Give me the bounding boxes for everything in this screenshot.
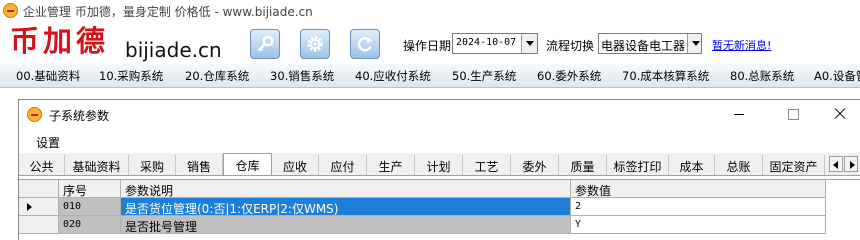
tab-process[interactable]: 工艺	[463, 155, 511, 175]
brand-domain: bijiade.cn	[125, 38, 222, 62]
tab-cost[interactable]: 成本	[669, 155, 715, 175]
tab-purchase[interactable]: 采购	[129, 155, 176, 175]
table-cell-seq[interactable]: 010	[59, 198, 121, 216]
maximize-button[interactable]	[773, 104, 813, 124]
flow-switch-select[interactable]: 电器设备电工器	[598, 33, 702, 54]
tab-scroll-right-icon[interactable]	[844, 156, 858, 172]
child-menu-bar: 设置	[19, 129, 860, 153]
table-cell-value[interactable]: Y	[571, 216, 826, 234]
module-menu-item-production[interactable]: 50.生产系统	[452, 68, 516, 84]
app-logo-icon	[27, 107, 42, 122]
column-header-seq[interactable]: 序号	[59, 180, 121, 198]
table-cell-desc[interactable]: 是否货位管理(0:否|1:仅ERP|2:仅WMS)	[121, 198, 571, 216]
refresh-button[interactable]	[350, 29, 380, 59]
tab-receivable[interactable]: 应收	[272, 155, 319, 175]
tab-basic-data[interactable]: 基础资料	[65, 155, 129, 175]
app-logo-icon	[3, 3, 18, 18]
app-root: 企业管理 币加德，量身定制 价格低 - www.bijiade.cn 币加德 b…	[0, 0, 860, 240]
subsystem-params-window: 子系统参数 设置 公共 基础资料 采购 销售 仓库 应收 应付 生产 计划 工艺…	[18, 99, 860, 240]
module-menu-item-equipment[interactable]: A0.设备管	[814, 68, 860, 84]
window-title: 企业管理 币加德，量身定制 价格低 - www.bijiade.cn	[23, 5, 313, 19]
close-button[interactable]	[820, 104, 860, 124]
row-header[interactable]	[19, 216, 59, 234]
table-cell-seq[interactable]: 020	[59, 216, 121, 234]
gear-icon	[307, 36, 323, 52]
tab-production[interactable]: 生产	[367, 155, 415, 175]
menu-item-settings[interactable]: 设置	[36, 134, 60, 151]
tab-sales[interactable]: 销售	[176, 155, 223, 175]
module-menu-item-basic[interactable]: 00.基础资料	[16, 68, 80, 84]
tab-common[interactable]: 公共	[19, 155, 65, 175]
module-menu-item-ledger[interactable]: 80.总账系统	[730, 68, 794, 84]
module-menu-item-sales[interactable]: 30.销售系统	[270, 68, 334, 84]
module-menu-item-purchase[interactable]: 10.采购系统	[99, 68, 163, 84]
tab-outsourcing[interactable]: 委外	[511, 155, 559, 175]
table-cell-value[interactable]: 2	[571, 198, 826, 216]
child-title-bar: 子系统参数	[19, 100, 860, 129]
row-pointer-icon	[27, 203, 32, 211]
chevron-down-icon[interactable]	[521, 34, 537, 53]
tab-ledger[interactable]: 总账	[715, 155, 763, 175]
child-window-title: 子系统参数	[49, 109, 110, 123]
table-cell-desc[interactable]: 是否批号管理	[121, 216, 571, 234]
param-tabs: 公共 基础资料 采购 销售 仓库 应收 应付 生产 计划 工艺 委外 质量 标签…	[19, 153, 860, 176]
title-bar: 企业管理 币加德，量身定制 价格低 - www.bijiade.cn	[0, 0, 860, 22]
column-header-desc[interactable]: 参数说明	[121, 180, 571, 198]
module-menu-item-costing[interactable]: 70.成本核算系统	[622, 68, 709, 84]
column-header-value[interactable]: 参数值	[571, 180, 826, 198]
flow-switch-label: 流程切换	[546, 39, 595, 53]
params-grid: 序号 参数说明 参数值 010 是否货位管理(0:否|1:仅ERP|2:仅WMS…	[19, 179, 860, 240]
module-menu: 00.基础资料 10.采购系统 20.仓库系统 30.销售系统 40.应收付系统…	[0, 64, 860, 88]
messages-link[interactable]: 暂无新消息!	[712, 37, 771, 53]
key-button[interactable]	[250, 29, 280, 59]
tab-planning[interactable]: 计划	[415, 155, 463, 175]
refresh-icon	[357, 37, 373, 52]
flow-switch-value: 电器设备电工器	[601, 39, 686, 53]
tab-quality[interactable]: 质量	[559, 155, 607, 175]
op-date-picker[interactable]: 2024-10-07	[452, 33, 538, 54]
module-menu-item-outsourcing[interactable]: 60.委外系统	[537, 68, 601, 84]
module-menu-item-warehouse[interactable]: 20.仓库系统	[185, 68, 249, 84]
tab-warehouse[interactable]: 仓库	[223, 153, 272, 175]
grid-corner	[19, 180, 59, 198]
brand-logo: 币加德	[10, 24, 110, 58]
row-header[interactable]	[19, 198, 59, 216]
op-date-value: 2024-10-07	[456, 37, 517, 48]
tab-label-print[interactable]: 标签打印	[607, 155, 669, 175]
key-icon	[257, 35, 274, 52]
tab-fixed-assets[interactable]: 固定资产	[763, 155, 825, 175]
minimize-button[interactable]	[719, 104, 759, 124]
settings-button[interactable]	[300, 29, 330, 59]
module-menu-item-ar-ap[interactable]: 40.应收付系统	[355, 68, 431, 84]
tab-payable[interactable]: 应付	[319, 155, 367, 175]
chevron-down-icon[interactable]	[687, 34, 701, 53]
tab-scroll-left-icon[interactable]	[829, 156, 843, 172]
op-date-label: 操作日期	[403, 39, 452, 53]
